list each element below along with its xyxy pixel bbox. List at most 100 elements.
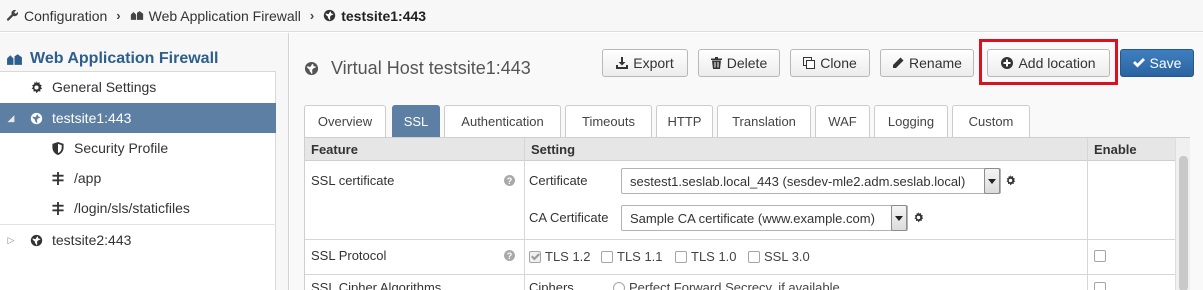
shield-icon: [50, 141, 66, 155]
cipher-radio[interactable]: Perfect Forward Secrecy, if available: [613, 280, 840, 290]
certificate-select[interactable]: sestest1.seslab.local_443 (sesdev-mle2.a…: [621, 168, 1001, 194]
gear-icon: [28, 80, 44, 94]
tab-custom[interactable]: Custom: [952, 105, 1030, 137]
tab-ssl[interactable]: SSL: [392, 105, 440, 137]
globe-icon: [28, 112, 44, 125]
column-header-feature: Feature: [305, 138, 525, 161]
breadcrumb-waf[interactable]: Web Application Firewall: [130, 8, 301, 24]
certificate-label: Certificate: [529, 173, 588, 188]
sidebar-item-label: Security Profile: [74, 140, 169, 156]
tab-translation[interactable]: Translation: [717, 105, 811, 137]
pencil-icon: [892, 57, 904, 69]
clone-button[interactable]: Clone: [790, 49, 870, 77]
tls12-checkbox[interactable]: TLS 1.2: [529, 249, 591, 264]
tls10-checkbox[interactable]: TLS 1.0: [675, 249, 737, 264]
tab-label: Logging: [887, 114, 935, 129]
tab-overview[interactable]: Overview: [304, 105, 386, 137]
sidebar-tree: General Settings ◢ testsite1:443 Securit…: [0, 71, 276, 290]
sidebar-item-label: /login/sls/staticfiles: [74, 200, 190, 216]
export-button[interactable]: Export: [602, 49, 688, 77]
firewall-icon: [6, 53, 23, 66]
radio-icon: [613, 281, 625, 290]
help-icon[interactable]: ?: [504, 250, 515, 261]
gear-icon[interactable]: [1005, 175, 1016, 186]
rename-button[interactable]: Rename: [880, 49, 974, 77]
sidebar-item-testsite1[interactable]: ◢ testsite1:443: [0, 103, 276, 133]
select-value: Sample CA certificate (www.example.com): [630, 210, 875, 226]
clone-icon: [803, 57, 816, 69]
gear-icon[interactable]: [913, 212, 924, 223]
checkbox-label: TLS 1.0: [691, 249, 737, 264]
sidebar-item-security-profile[interactable]: Security Profile: [0, 133, 276, 163]
sidebar-item-app[interactable]: /app: [0, 163, 276, 193]
wrench-icon: [6, 9, 19, 22]
breadcrumb-label: Web Application Firewall: [148, 7, 301, 24]
chevron-down-icon: [984, 168, 1000, 194]
ca-certificate-select[interactable]: Sample CA certificate (www.example.com): [621, 205, 908, 231]
trash-icon: [710, 57, 722, 69]
column-divider: [1087, 138, 1088, 290]
radio-label: Perfect Forward Secrecy, if available: [629, 280, 840, 290]
ssl30-checkbox[interactable]: SSL 3.0: [748, 249, 810, 264]
checkbox-label: TLS 1.2: [545, 249, 591, 264]
scrollbar-thumb[interactable]: [1179, 156, 1188, 290]
collapsed-triangle-icon[interactable]: ▷: [4, 235, 18, 246]
tab-timeouts[interactable]: Timeouts: [565, 105, 652, 137]
sidebar-item-login-staticfiles[interactable]: /login/sls/staticfiles: [0, 193, 276, 223]
tls11-checkbox[interactable]: TLS 1.1: [601, 249, 663, 264]
button-label: Rename: [909, 55, 962, 71]
checkbox-label: SSL 3.0: [764, 249, 810, 264]
globe-icon: [323, 9, 336, 22]
sidebar: Web Application Firewall General Setting…: [0, 33, 289, 290]
vertical-scrollbar[interactable]: [1175, 138, 1190, 290]
tab-logging[interactable]: Logging: [874, 105, 948, 137]
breadcrumb-configuration[interactable]: Configuration: [6, 8, 107, 24]
tab-label: Authentication: [461, 114, 544, 129]
page-title: Virtual Host testsite1:443: [304, 58, 531, 79]
sidebar-item-label: testsite2:443: [52, 232, 132, 248]
help-icon[interactable]: ?: [504, 175, 515, 186]
checkbox-icon: [601, 250, 613, 263]
sidebar-header: Web Application Firewall: [0, 47, 218, 71]
expanded-triangle-icon[interactable]: ◢: [4, 113, 18, 124]
chevron-right-icon: ›: [309, 8, 315, 23]
breadcrumb: Configuration › Web Application Firewall…: [0, 0, 1203, 32]
sidebar-item-label: General Settings: [52, 79, 157, 95]
checkbox-label: TLS 1.1: [617, 249, 663, 264]
main-panel: Virtual Host testsite1:443 Export Delete…: [290, 33, 1203, 290]
feature-ssl-cipher: SSL Cipher Algorithms: [311, 280, 442, 290]
add-location-highlight: [979, 39, 1118, 85]
sidebar-item-label: /app: [74, 170, 102, 186]
header-label: Setting: [531, 141, 576, 157]
sidebar-item-testsite2[interactable]: ▷ testsite2:443: [0, 225, 276, 255]
header-label: Enable: [1094, 141, 1137, 157]
download-icon: [616, 57, 629, 69]
tab-label: Custom: [968, 114, 1014, 129]
enable-ssl-protocol-checkbox[interactable]: [1094, 250, 1106, 262]
tab-label: Timeouts: [582, 114, 635, 129]
column-header-setting: Setting: [525, 138, 1088, 161]
check-icon: [1132, 58, 1145, 68]
checkbox-icon: [675, 250, 687, 263]
checkbox-icon: [748, 250, 760, 263]
button-label: Save: [1149, 55, 1182, 71]
globe-icon: [28, 234, 44, 247]
tab-waf[interactable]: WAF: [815, 105, 870, 137]
checkbox-icon: [1094, 250, 1106, 262]
globe-icon: [304, 61, 319, 76]
tab-http[interactable]: HTTP: [656, 105, 713, 137]
tab-label: SSL: [403, 114, 429, 129]
select-value: sestest1.seslab.local_443 (sesdev-mle2.a…: [630, 173, 966, 189]
sidebar-item-general-settings[interactable]: General Settings: [0, 72, 276, 102]
save-button[interactable]: Save: [1120, 49, 1194, 77]
breadcrumb-label: testsite1:443: [341, 7, 427, 24]
button-label: Clone: [820, 55, 857, 71]
breadcrumb-label: Configuration: [24, 7, 108, 24]
delete-button[interactable]: Delete: [698, 49, 780, 77]
page-title-text: Virtual Host testsite1:443: [331, 58, 531, 78]
feature-ssl-protocol: SSL Protocol: [311, 248, 387, 263]
tab-authentication[interactable]: Authentication: [444, 105, 561, 137]
enable-ssl-cipher-checkbox[interactable]: [1094, 282, 1106, 290]
checkbox-checked-icon: [529, 250, 541, 263]
tab-label: HTTP: [667, 114, 702, 129]
